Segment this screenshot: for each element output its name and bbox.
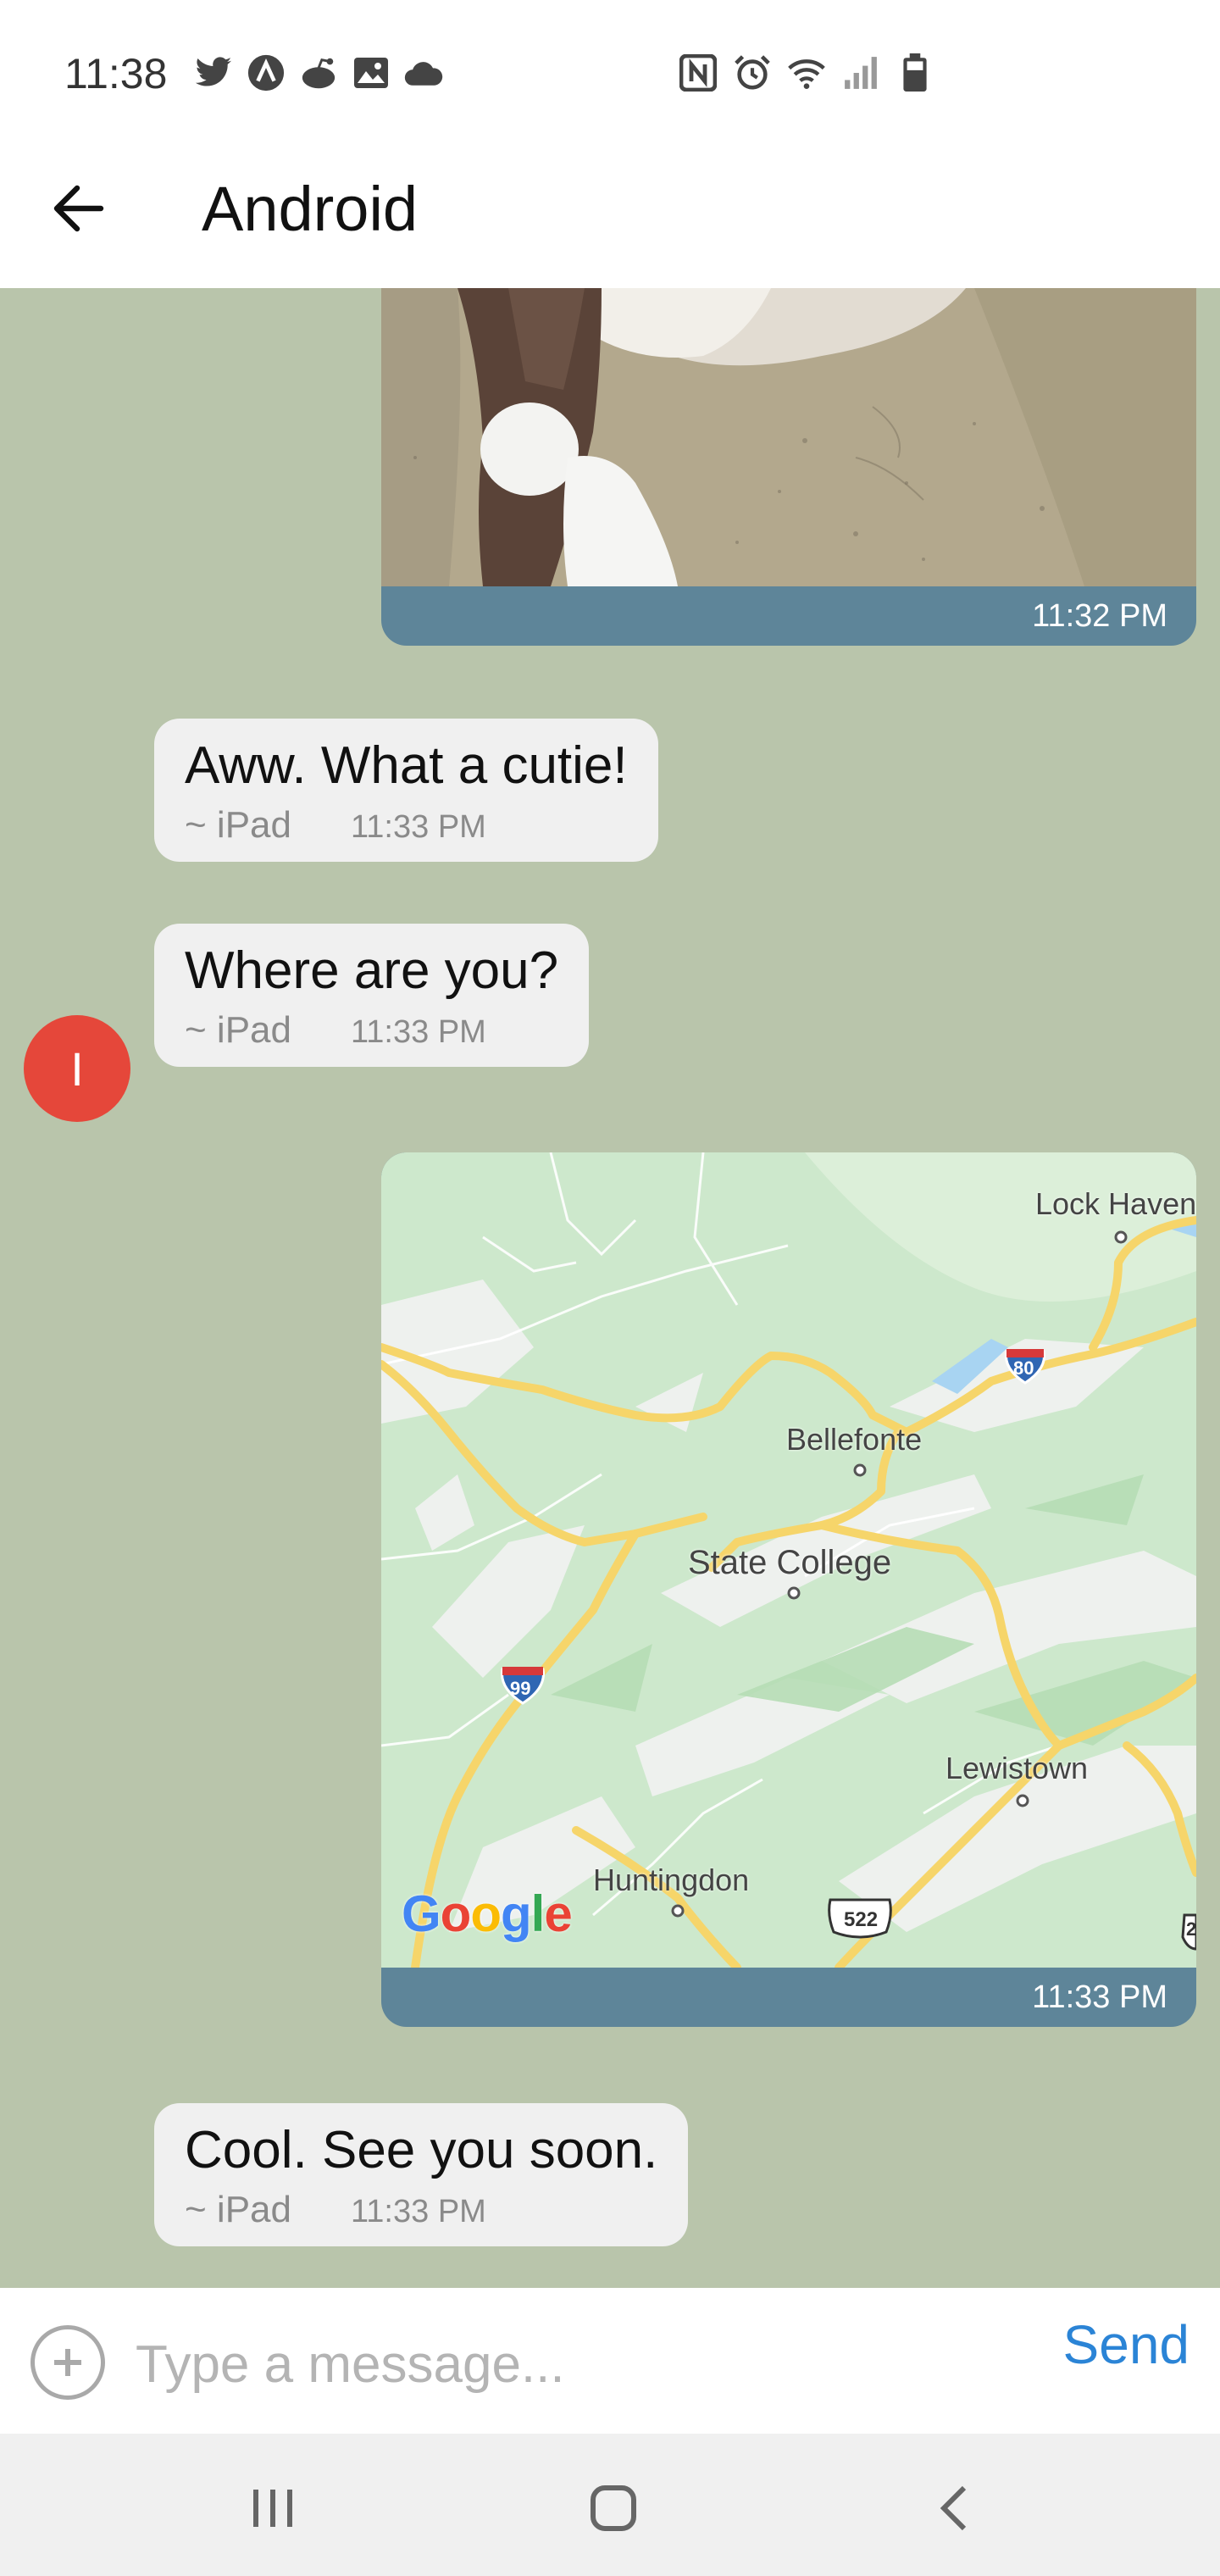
google-logo: Google [402, 1885, 573, 1943]
alarm-icon [732, 53, 773, 93]
cloud-icon [403, 53, 444, 93]
reddit-icon [298, 53, 339, 93]
notification-icons [193, 53, 444, 93]
signal-icon [840, 53, 881, 93]
image-footer: 11:32 PM [381, 586, 1196, 646]
recents-icon [253, 2490, 292, 2527]
app-bar: Android [0, 149, 1220, 288]
arrow-left-icon [53, 185, 104, 232]
shield-label: 522 [844, 1908, 879, 1931]
message-text: Aww. What a cutie! [185, 736, 628, 795]
home-icon [591, 2485, 636, 2531]
shield-label: 80 [1013, 1357, 1034, 1379]
gallery-icon [351, 53, 391, 93]
message-composer: Send [0, 2288, 1220, 2434]
message-text: Cool. See you soon. [185, 2121, 658, 2179]
message-bubble[interactable]: Where are you? ~ iPad 11:33 PM [154, 924, 590, 1067]
wifi-icon [786, 53, 827, 93]
location-message[interactable]: Lock Haven Bellefonte State College Lewi… [381, 1152, 1196, 2027]
map-label: Bellefonte [786, 1422, 923, 1457]
image-message[interactable]: 11:32 PM [381, 288, 1196, 646]
twitter-icon [193, 53, 234, 93]
image-footer: 11:33 PM [381, 1968, 1196, 2027]
message-time: 11:33 PM [1032, 1979, 1167, 2015]
status-time: 11:38 [64, 50, 168, 97]
shield-label: 2 [1186, 1918, 1196, 1940]
map-label: Lewistown [946, 1751, 1089, 1785]
message-time: 11:32 PM [1032, 598, 1167, 634]
map-preview[interactable]: Lock Haven Bellefonte State College Lewi… [381, 1152, 1196, 1968]
map-label: State College [688, 1544, 892, 1581]
add-attachment-button[interactable] [30, 2325, 105, 2400]
back-button[interactable] [44, 175, 112, 242]
back-icon [940, 2485, 967, 2531]
message-time: 11:33 PM [350, 2194, 486, 2229]
google-logo-text: Google [402, 1885, 573, 1942]
message-time: 11:33 PM [350, 809, 486, 845]
map-label: Lock Haven [1035, 1186, 1196, 1221]
avatar[interactable]: I [24, 1015, 130, 1122]
home-button[interactable] [571, 2466, 656, 2551]
plus-circle-icon [54, 2349, 81, 2376]
message-time: 11:33 PM [350, 1014, 486, 1050]
send-button[interactable]: Send [1063, 2313, 1190, 2376]
cat-photo[interactable] [381, 288, 1196, 586]
page-title: Android [202, 174, 419, 244]
message-bubble[interactable]: Cool. See you soon. ~ iPad 11:33 PM [154, 2103, 689, 2246]
message-sender: ~ iPad [185, 804, 291, 846]
arc-icon [246, 53, 286, 93]
battery-icon [895, 53, 935, 93]
recents-button[interactable] [230, 2466, 315, 2551]
map-label: Huntingdon [593, 1863, 750, 1897]
nav-back-button[interactable] [912, 2466, 996, 2551]
status-bar: 11:38 [0, 0, 1220, 149]
chat-messages[interactable]: 11:32 PM Aww. What a cutie! ~ iPad 11:33… [0, 288, 1220, 2288]
system-nav-bar [0, 2434, 1220, 2576]
system-icons [678, 53, 935, 93]
shield-label: 99 [510, 1678, 531, 1699]
message-sender: ~ iPad [185, 1009, 291, 1051]
nfc-icon [678, 53, 718, 93]
message-text: Where are you? [185, 941, 559, 1000]
message-bubble[interactable]: Aww. What a cutie! ~ iPad 11:33 PM [154, 719, 658, 862]
message-sender: ~ iPad [185, 2189, 291, 2230]
message-input[interactable] [136, 2330, 983, 2398]
